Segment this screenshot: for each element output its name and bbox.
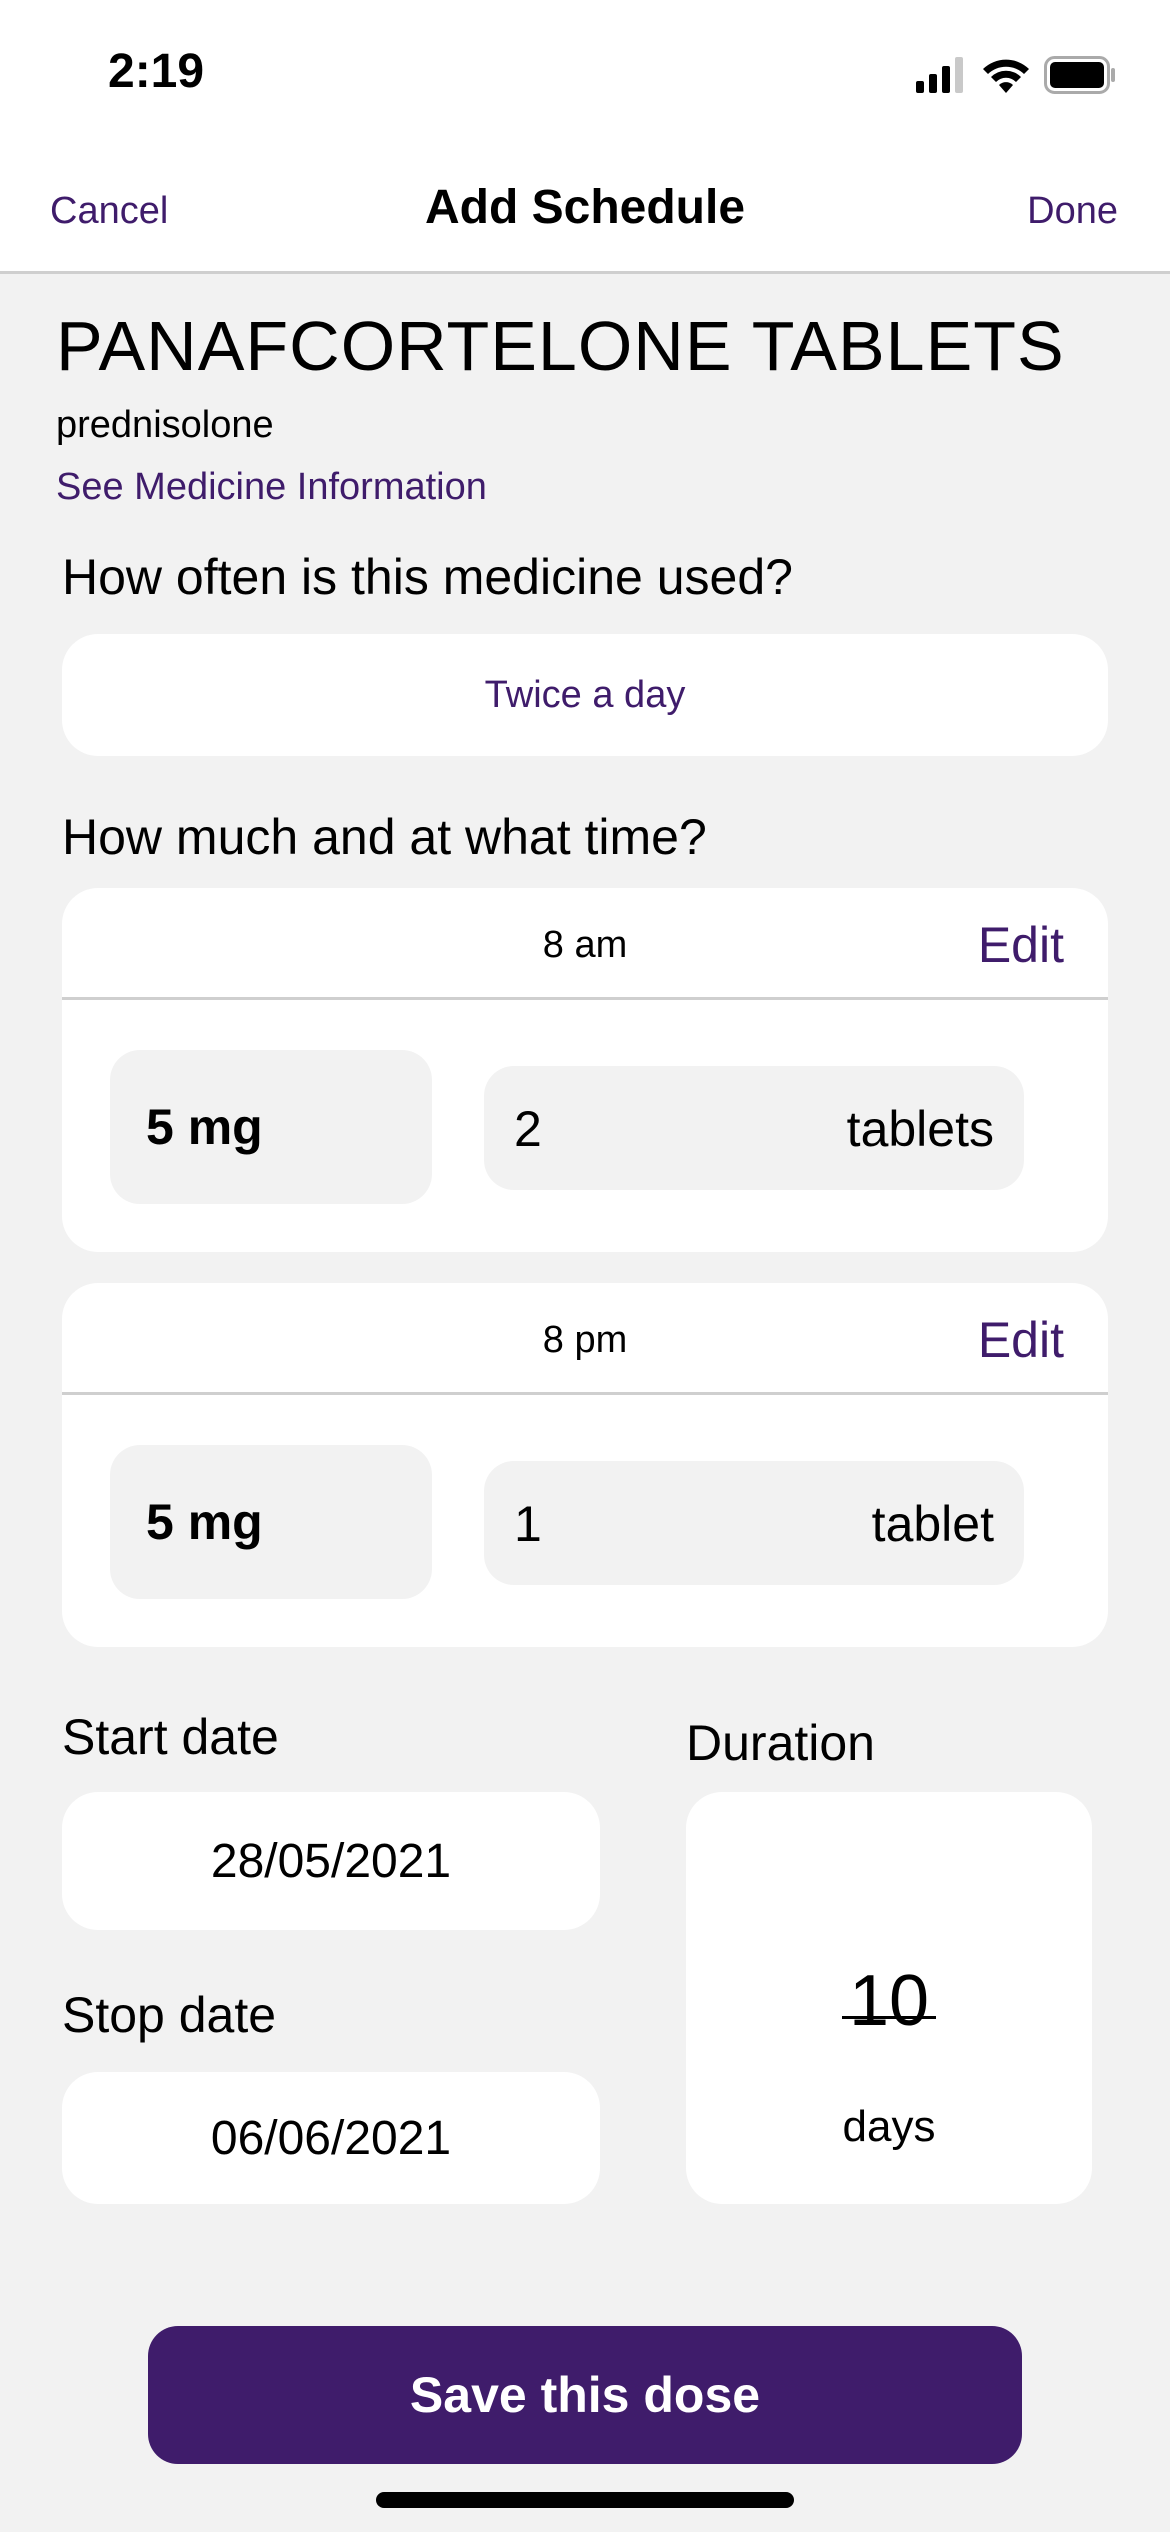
duration-unit: days [842,2102,936,2151]
stop-date-field[interactable]: 06/06/2021 [62,2072,600,2204]
see-medicine-information-link[interactable]: See Medicine Information [56,466,487,509]
dose-question: How much and at what time? [62,809,707,865]
medicine-name: PANAFCORTELONE TABLETS [56,307,1065,385]
status-time: 2:19 [108,45,205,98]
dose-card-morning: 8 am Edit 5 mg 2 tablets [62,888,1108,1252]
page-title: Add Schedule [424,181,746,234]
dose-header: 8 am Edit [62,888,1108,1000]
frequency-selector[interactable]: Twice a day [62,634,1108,756]
dose-header: 8 pm Edit [62,1283,1108,1395]
dose-quantity-value: 2 [514,1101,542,1157]
nav-bar: Cancel Add Schedule Done [0,150,1170,274]
start-date-label: Start date [62,1709,279,1765]
battery-icon [1044,56,1115,94]
edit-dose-button[interactable]: Edit [978,916,1064,974]
frequency-question: How often is this medicine used? [62,549,793,605]
start-date-value: 28/05/2021 [210,1834,452,1888]
frequency-value: Twice a day [484,673,686,716]
dose-quantity-field[interactable]: 2 tablets [484,1066,1024,1190]
duration-field[interactable]: 10 days [686,1792,1092,2204]
dose-quantity-value: 1 [514,1496,542,1552]
stop-date-value: 06/06/2021 [210,2111,452,2165]
edit-dose-button[interactable]: Edit [978,1311,1064,1369]
duration-label: Duration [686,1715,875,1771]
medicine-generic-name: prednisolone [56,404,274,446]
status-bar: 2:19 [0,0,1170,150]
dose-strength: 5 mg [110,1050,432,1204]
save-dose-button[interactable]: Save this dose [148,2326,1022,2464]
dose-quantity-unit: tablet [871,1496,994,1552]
start-date-field[interactable]: 28/05/2021 [62,1792,600,1930]
dose-card-evening: 8 pm Edit 5 mg 1 tablet [62,1283,1108,1647]
duration-value: 10 [848,1961,930,2041]
home-indicator [376,2492,794,2508]
dose-strength: 5 mg [110,1445,432,1599]
cellular-signal-icon [916,57,963,93]
wifi-icon [983,59,1029,93]
dose-time: 8 am [542,924,628,966]
dose-quantity-unit: tablets [846,1101,994,1157]
dose-time: 8 pm [542,1319,628,1361]
dose-quantity-field[interactable]: 1 tablet [484,1461,1024,1585]
duration-underline [842,2016,936,2019]
done-button[interactable]: Done [1027,190,1118,233]
stop-date-label: Stop date [62,1987,277,2043]
status-icons [916,56,1116,94]
